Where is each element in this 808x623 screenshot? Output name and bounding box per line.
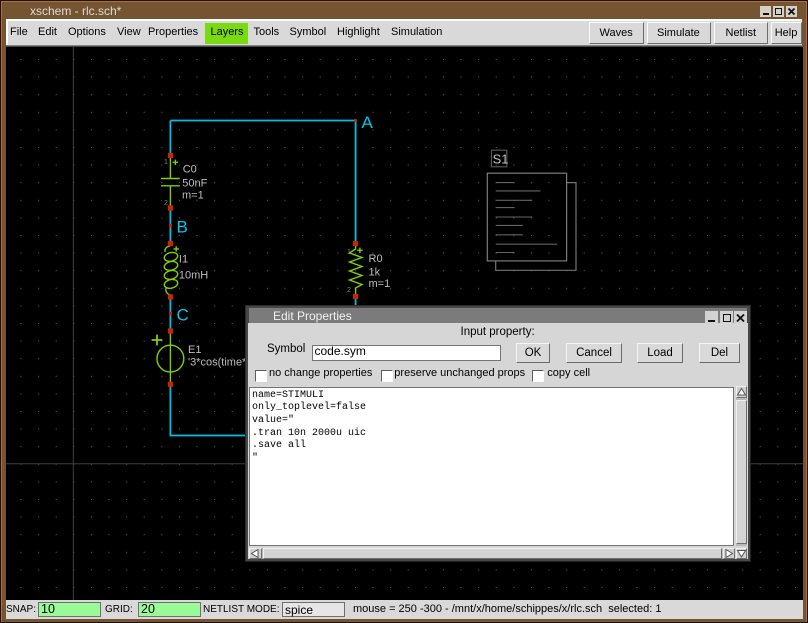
- svg-text:I1: I1: [179, 253, 188, 265]
- svg-text:A: A: [362, 113, 374, 132]
- svg-text:10mH: 10mH: [179, 270, 208, 282]
- svg-text:1: 1: [347, 249, 351, 256]
- svg-text:1k: 1k: [369, 267, 381, 279]
- svg-text:S1: S1: [493, 151, 509, 166]
- svg-text:m=1: m=1: [369, 278, 391, 290]
- svg-text:C0: C0: [183, 164, 197, 176]
- svg-text:50nF: 50nF: [182, 178, 207, 190]
- svg-text:B: B: [177, 218, 188, 237]
- svg-text:C: C: [177, 306, 189, 325]
- svg-text:'3*cos(time*ti: '3*cos(time*ti: [188, 357, 252, 369]
- svg-text:2: 2: [164, 200, 168, 207]
- svg-text:m=1: m=1: [182, 190, 204, 202]
- svg-text:R0: R0: [369, 253, 383, 265]
- svg-text:E1: E1: [188, 344, 201, 356]
- svg-text:2: 2: [347, 287, 351, 294]
- svg-text:1: 1: [164, 159, 168, 166]
